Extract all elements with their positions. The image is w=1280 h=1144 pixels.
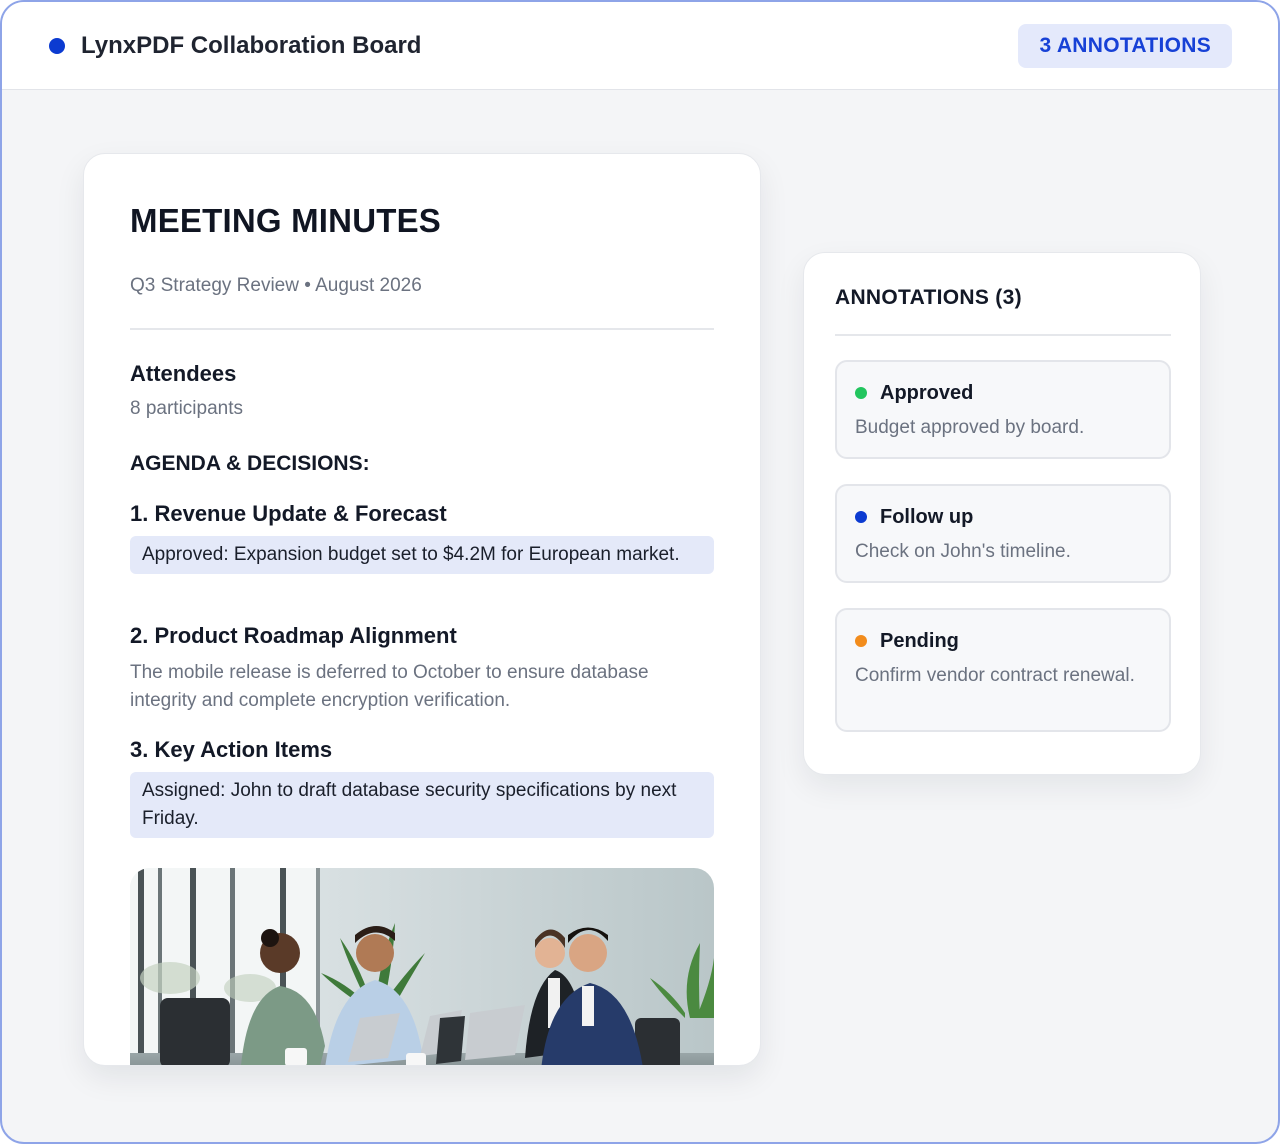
- status-dot-icon: [855, 511, 867, 523]
- agenda-item-1-highlight[interactable]: Approved: Expansion budget set to $4.2M …: [130, 536, 714, 574]
- annotation-card-follow-up[interactable]: Follow up Check on John's timeline.: [835, 484, 1171, 583]
- annotation-text: Budget approved by board.: [855, 417, 1085, 438]
- status-dot-icon: [855, 635, 867, 647]
- agenda-item-1-heading: 1. Revenue Update & Forecast: [130, 501, 447, 526]
- annotation-card-approved[interactable]: Approved Budget approved by board.: [835, 360, 1171, 459]
- document-divider: [130, 328, 714, 330]
- app-window: LynxPDF Collaboration Board 3 ANNOTATION…: [0, 0, 1280, 1144]
- annotation-text: Confirm vendor contract renewal.: [855, 665, 1135, 686]
- meeting-photo: [130, 868, 714, 1065]
- annotations-count-badge[interactable]: 3 ANNOTATIONS: [1018, 24, 1232, 68]
- app-title: LynxPDF Collaboration Board: [81, 32, 422, 59]
- annotation-label: Approved: [880, 382, 974, 404]
- attendees-count: 8 participants: [130, 398, 244, 419]
- agenda-item-3-heading: 3. Key Action Items: [130, 737, 333, 762]
- agenda-item-3-highlight[interactable]: Assigned: John to draft database securit…: [130, 772, 714, 838]
- attendees-heading: Attendees: [130, 361, 237, 386]
- agenda-item-2-heading: 2. Product Roadmap Alignment: [130, 623, 457, 648]
- document-page: MEETING MINUTES Q3 Strategy Review • Aug…: [83, 153, 761, 1066]
- status-dot-icon: [855, 387, 867, 399]
- annotation-text: Check on John's timeline.: [855, 541, 1071, 562]
- document-title: MEETING MINUTES: [130, 202, 442, 239]
- agenda-item-2-text: The mobile release is deferred to Octobe…: [130, 662, 649, 711]
- agenda-heading: AGENDA & DECISIONS:: [130, 452, 370, 475]
- annotations-panel: ANNOTATIONS (3) Approved Budget approved…: [803, 252, 1201, 775]
- annotation-label: Follow up: [880, 506, 974, 528]
- brand-dot-icon: [49, 38, 65, 54]
- top-bar: LynxPDF Collaboration Board 3 ANNOTATION…: [2, 2, 1278, 90]
- annotations-panel-divider: [835, 334, 1171, 336]
- document-subtitle: Q3 Strategy Review • August 2026: [130, 275, 422, 296]
- annotation-card-pending[interactable]: Pending Confirm vendor contract renewal.: [835, 608, 1171, 732]
- annotations-panel-title: ANNOTATIONS (3): [835, 286, 1022, 309]
- annotation-label: Pending: [880, 630, 959, 652]
